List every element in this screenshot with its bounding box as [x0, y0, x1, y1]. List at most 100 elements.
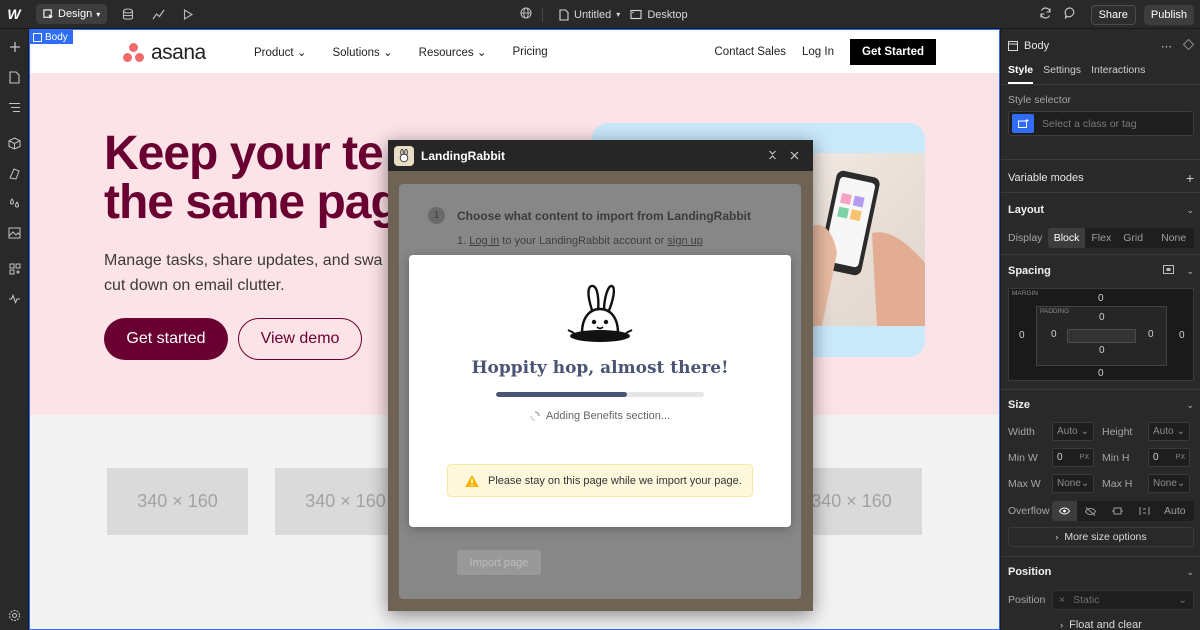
display-block-option[interactable]: Block	[1047, 228, 1086, 248]
page-name: Untitled	[574, 8, 612, 21]
position-section-header[interactable]: Position ⌄	[1008, 566, 1194, 578]
min-height-input[interactable]: 0 PX	[1148, 448, 1190, 467]
publish-button[interactable]: Publish	[1143, 4, 1194, 25]
sync-refresh-icon[interactable]	[1039, 7, 1052, 22]
style-selector-input[interactable]: Select a class or tag	[1008, 111, 1194, 136]
view-demo-button[interactable]: View demo	[238, 318, 362, 360]
design-mode-label: Design	[58, 8, 93, 20]
tab-settings[interactable]: Settings	[1043, 64, 1081, 84]
preview-play-icon[interactable]	[173, 0, 203, 29]
overflow-visible-eye-icon[interactable]	[1052, 501, 1077, 521]
layout-section-header[interactable]: Layout ⌄	[1008, 204, 1194, 216]
max-width-input[interactable]: None ⌄	[1052, 474, 1094, 493]
pages-icon[interactable]	[0, 62, 29, 92]
apps-grid-icon[interactable]	[0, 254, 29, 284]
components-cube-icon[interactable]	[0, 128, 29, 158]
margin-top-value[interactable]: 0	[1098, 293, 1104, 304]
login-link[interactable]: Log in	[469, 235, 499, 247]
get-started-button[interactable]: Get started	[104, 318, 228, 360]
display-flex-option[interactable]: Flex	[1085, 228, 1117, 248]
assets-image-icon[interactable]	[0, 218, 29, 248]
globe-icon[interactable]	[520, 7, 532, 22]
variables-icon[interactable]	[0, 158, 29, 188]
page-selector[interactable]: Untitled ▾	[559, 9, 620, 21]
position-select[interactable]: × Static ⌄	[1052, 590, 1194, 610]
rabbit-avatar-icon	[394, 145, 414, 166]
selected-element-tag[interactable]: Body	[30, 30, 73, 44]
import-status-text: Adding Benefits section...	[545, 410, 671, 422]
nav-item-solutions[interactable]: Solutions ⌄	[332, 45, 392, 59]
padding-left-value[interactable]: 0	[1051, 329, 1057, 340]
padding-top-value[interactable]: 0	[1099, 312, 1105, 323]
more-options-icon[interactable]: ⋯	[1161, 40, 1173, 53]
analytics-chart-icon[interactable]	[143, 0, 173, 29]
share-button[interactable]: Share	[1090, 4, 1136, 25]
display-grid-option[interactable]: Grid	[1117, 228, 1149, 248]
display-none-option[interactable]: None ⌄	[1149, 228, 1194, 248]
login-link[interactable]: Log In	[802, 46, 834, 58]
padding-bottom-value[interactable]: 0	[1099, 345, 1105, 356]
asana-logo[interactable]: asana	[123, 41, 206, 65]
warning-text: Please stay on this page while we import…	[488, 474, 742, 487]
height-label: Height	[1102, 425, 1133, 438]
navigator-icon[interactable]	[0, 92, 29, 122]
contact-sales-link[interactable]: Contact Sales	[714, 46, 786, 58]
collapse-icon[interactable]	[761, 148, 783, 163]
height-input[interactable]: Auto ⌄	[1148, 422, 1190, 441]
cms-database-icon[interactable]	[113, 0, 143, 29]
margin-bottom-value[interactable]: 0	[1098, 368, 1104, 379]
overflow-scroll-icon[interactable]	[1104, 501, 1131, 521]
spacing-mode-icon[interactable]	[1163, 265, 1175, 277]
add-icon[interactable]: +	[1186, 170, 1194, 186]
design-mode-dropdown[interactable]: Design ▾	[36, 4, 108, 24]
spacing-section-header[interactable]: Spacing ⌄	[1008, 265, 1194, 277]
close-icon[interactable]	[783, 148, 805, 163]
signup-link[interactable]: sign up	[667, 235, 702, 247]
style-selector-label: Style selector	[1008, 94, 1072, 106]
nav-item-pricing[interactable]: Pricing	[512, 46, 547, 58]
toolbar-right: Share Publish	[1039, 0, 1194, 29]
add-elements-icon[interactable]	[0, 32, 29, 62]
overflow-auto-option[interactable]: Auto	[1158, 501, 1192, 521]
audit-pulse-icon[interactable]	[0, 284, 29, 314]
tab-interactions[interactable]: Interactions	[1091, 64, 1145, 84]
padding-right-value[interactable]: 0	[1148, 329, 1154, 340]
divider	[1001, 389, 1200, 390]
more-size-options-button[interactable]: › More size options	[1008, 527, 1194, 547]
max-height-input[interactable]: None ⌄	[1148, 474, 1190, 493]
loading-spinner-icon	[530, 411, 540, 421]
tag-selector-icon	[1012, 114, 1034, 133]
webflow-logo-icon[interactable]: W	[0, 0, 28, 29]
breakpoint-selector[interactable]: Desktop	[630, 8, 688, 21]
padding-label: PADDING	[1040, 308, 1070, 315]
margin-left-value[interactable]: 0	[1019, 330, 1025, 341]
rabbit-hole-illustration-icon	[566, 283, 634, 345]
nav-item-resources[interactable]: Resources ⌄	[419, 45, 487, 59]
variable-modes-row[interactable]: Variable modes +	[1008, 170, 1194, 186]
breakpoint-label: Desktop	[647, 8, 688, 21]
body-element-icon	[1008, 41, 1018, 51]
nav-item-product[interactable]: Product ⌄	[254, 45, 306, 59]
import-page-button[interactable]: Import page	[457, 550, 541, 575]
step-instruction: 1. Log in to your LandingRabbit account …	[457, 235, 703, 247]
overflow-row: Overflow Auto	[1008, 501, 1194, 521]
size-section-header[interactable]: Size ⌄	[1008, 399, 1194, 411]
margin-label: MARGIN	[1012, 290, 1038, 297]
comments-icon[interactable]	[1064, 7, 1077, 22]
overflow-clip-icon[interactable]	[1131, 501, 1158, 521]
get-started-nav-button[interactable]: Get Started	[850, 38, 936, 65]
min-size-row: Min W 0 PX Min H 0 PX	[1008, 448, 1194, 467]
site-navbar: asana Product ⌄ Solutions ⌄ Resources ⌄ …	[30, 30, 999, 73]
component-icon[interactable]	[1182, 38, 1195, 53]
overflow-hidden-eye-off-icon[interactable]	[1077, 501, 1104, 521]
settings-gear-icon[interactable]	[0, 600, 29, 630]
width-input[interactable]: Auto ⌄	[1052, 422, 1094, 441]
min-width-input[interactable]: 0 PX	[1052, 448, 1094, 467]
float-clear-row[interactable]: › Float and clear	[1008, 619, 1194, 630]
page-and-breakpoint-bar: Untitled ▾ Desktop	[520, 0, 688, 29]
style-drops-icon[interactable]	[0, 188, 29, 218]
size-heading: Size	[1008, 399, 1031, 411]
position-row: Position × Static ⌄	[1008, 590, 1194, 610]
tab-style[interactable]: Style	[1008, 64, 1034, 84]
margin-right-value[interactable]: 0	[1179, 330, 1185, 341]
